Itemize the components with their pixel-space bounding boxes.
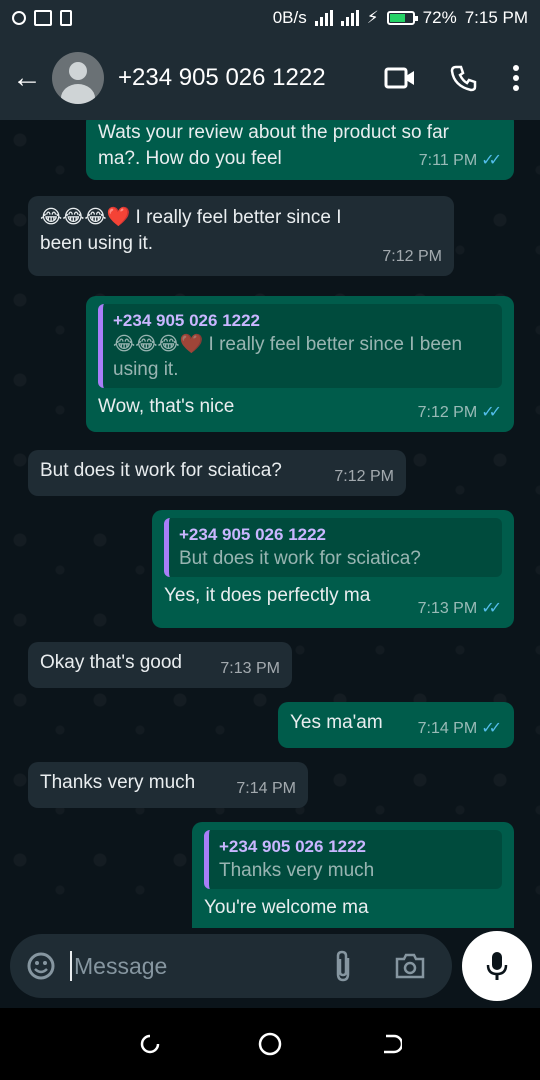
screenshot-icon [34,10,52,26]
quote-emoji: 😂😂😂❤️ [113,333,204,355]
message-bubble-outgoing[interactable]: Yes ma'am 7:14 PM ✓✓ [278,702,514,748]
video-call-icon[interactable] [384,66,416,90]
contact-name[interactable]: +234 905 026 1222 [118,64,326,92]
quote-text: But does it work for sciatica? [179,548,421,569]
message-bubble-incoming[interactable]: Thanks very much 7:14 PM [28,762,308,808]
back-arrow-icon[interactable]: ← [12,61,48,95]
avatar[interactable] [52,52,104,104]
message-bubble-incoming[interactable]: Okay that's good 7:13 PM [28,642,292,688]
quoted-message[interactable]: +234 905 026 1222 😂😂😂❤️ I really feel be… [98,304,502,388]
message-time: 7:13 PM [417,600,478,617]
message-input[interactable]: Message [70,951,332,981]
more-vert-icon[interactable] [512,64,520,92]
signal-icon-2 [340,10,359,26]
battery-icon [386,11,418,25]
chat-notification-icon [12,11,26,25]
message-time: 7:14 PM [236,780,296,797]
read-ticks-icon: ✓✓ [481,404,502,421]
message-bubble-outgoing-reply[interactable]: +234 905 026 1222 But does it work for s… [152,510,514,628]
message-bubble-incoming[interactable]: 😂😂😂❤️ I really feel better since I been … [28,196,454,276]
message-time: 7:11 PM [418,152,478,169]
message-composer: Message [10,934,452,998]
message-text: Wats your review about the product so fa… [98,122,449,143]
back-nav-icon[interactable] [378,1032,403,1056]
charging-icon: ⚡ [366,8,379,27]
attach-icon[interactable] [332,950,354,982]
message-time: 7:12 PM [334,468,394,485]
message-time: 7:14 PM [417,720,478,737]
voice-call-icon[interactable] [450,64,478,92]
battery-fill [389,14,406,22]
net-speed: 0B/s [272,8,307,27]
home-icon[interactable] [257,1031,283,1057]
chat-area[interactable]: Wats your review about the product so fa… [0,120,540,928]
signal-icon [314,10,333,26]
message-bubble-outgoing[interactable]: Wats your review about the product so fa… [86,120,514,180]
message-time: 7:13 PM [220,660,280,677]
battery-percent: 72% [422,8,457,27]
message-bubble-incoming[interactable]: But does it work for sciatica? 7:12 PM [28,450,406,496]
quote-author: +234 905 026 1222 [179,525,327,544]
quote-text: using it. [113,359,179,380]
sticker-icon[interactable] [26,951,56,981]
sim-icon [60,10,72,26]
camera-icon[interactable] [394,952,426,980]
quote-author: +234 905 026 1222 [219,837,367,856]
quote-author: +234 905 026 1222 [113,311,261,330]
mic-button[interactable] [462,931,532,1001]
recents-icon[interactable] [138,1032,162,1056]
read-ticks-icon: ✓✓ [481,600,502,617]
message-bubble-outgoing-reply[interactable]: +234 905 026 1222 😂😂😂❤️ I really feel be… [86,296,514,432]
quote-text: Thanks very much [219,860,375,881]
quoted-message[interactable]: +234 905 026 1222 But does it work for s… [164,518,502,577]
quote-text: I really feel better since I been [203,334,463,355]
message-time: 7:12 PM [417,404,478,421]
clock: 7:15 PM [464,8,528,27]
message-bubble-outgoing-reply[interactable]: +234 905 026 1222 Thanks very much You'r… [192,822,514,928]
message-time: 7:12 PM [382,248,442,265]
notification-icons [12,10,72,26]
emoji: 😂😂😂❤️ [40,206,131,228]
quoted-message[interactable]: +234 905 026 1222 Thanks very much [204,830,502,889]
read-ticks-icon: ✓✓ [481,152,502,169]
status-bar: 0B/s ⚡ 72% 7:15 PM [0,0,540,36]
chat-header: ← +234 905 026 1222 [0,36,540,120]
mic-icon [486,952,508,980]
message-text: You're welcome ma [204,897,369,918]
read-ticks-icon: ✓✓ [481,720,502,737]
system-nav-bar [0,1008,540,1080]
message-text: I really feel better since I [130,207,342,228]
